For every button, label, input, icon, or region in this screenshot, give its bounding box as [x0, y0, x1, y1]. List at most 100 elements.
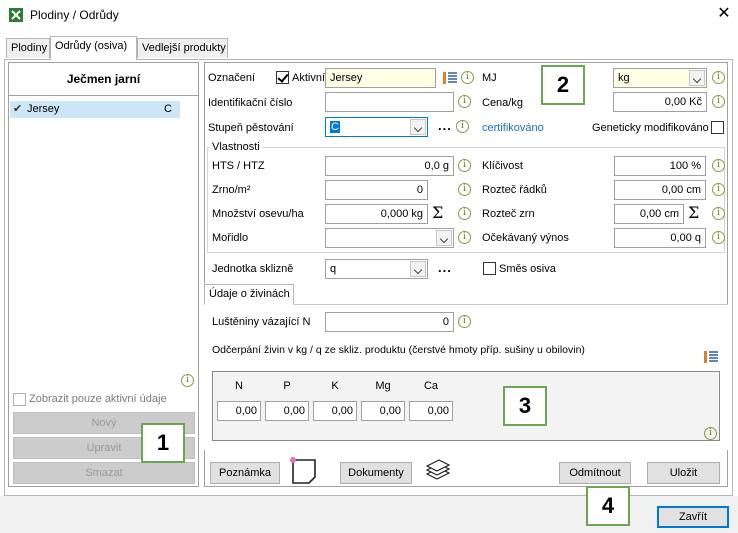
- roztec-zrn-label: Rozteč zrn: [482, 208, 535, 220]
- geneticky-label: Geneticky modifikováno: [592, 122, 709, 134]
- show-active-checkbox[interactable]: [13, 393, 26, 406]
- callout-3: 3: [503, 386, 547, 426]
- odmitnout-button[interactable]: Odmítnout: [559, 462, 631, 484]
- close-icon[interactable]: ✕: [714, 4, 734, 24]
- info-icon[interactable]: i: [712, 95, 725, 108]
- info-icon[interactable]: i: [704, 427, 717, 440]
- tab-odrudy[interactable]: Odrůdy (osiva): [50, 36, 137, 60]
- more-icon[interactable]: ...: [438, 260, 452, 275]
- aktivni-checkbox[interactable]: [276, 71, 289, 84]
- list-icon[interactable]: [442, 70, 458, 86]
- nutrient-p-input[interactable]: 0,00: [265, 401, 309, 421]
- info-icon[interactable]: i: [712, 207, 725, 220]
- sigma-icon[interactable]: Σ: [688, 203, 699, 222]
- list-item-code: C: [164, 103, 172, 115]
- window-title: Plodiny / Odrůdy: [30, 8, 119, 22]
- more-icon[interactable]: ...: [438, 118, 452, 133]
- ulozit-button[interactable]: Uložit: [647, 462, 720, 484]
- hts-input[interactable]: 0,0 g: [325, 156, 454, 176]
- callout-2: 2: [541, 65, 585, 105]
- mnozstvi-label: Množství osevu/ha: [212, 208, 304, 220]
- dokumenty-button[interactable]: Dokumenty: [340, 462, 412, 484]
- oznaceni-label: Označení: [208, 72, 256, 84]
- ident-input[interactable]: [325, 92, 454, 112]
- chevron-down-icon: [436, 230, 452, 246]
- moridlo-select[interactable]: [325, 228, 454, 248]
- show-active-label: Zobrazit pouze aktivní údaje: [29, 393, 167, 405]
- info-icon[interactable]: i: [461, 71, 474, 84]
- lusteniny-label: Luštěniny vázající N: [212, 316, 311, 328]
- nutrient-header-ca: Ca: [423, 380, 439, 392]
- note-icon[interactable]: [289, 455, 319, 485]
- roztec-zrn-input[interactable]: 0,00 cm: [614, 204, 684, 224]
- list-item-label: Jersey: [27, 103, 60, 115]
- nutrient-header-p: P: [283, 380, 291, 392]
- sigma-icon[interactable]: Σ: [432, 203, 443, 222]
- stupen-label: Stupeň pěstování: [208, 122, 294, 134]
- hts-label: HTS / HTZ: [212, 160, 265, 172]
- info-icon[interactable]: i: [458, 159, 471, 172]
- info-icon[interactable]: i: [712, 71, 725, 84]
- cena-label: Cena/kg: [482, 97, 523, 109]
- geneticky-checkbox[interactable]: [711, 121, 724, 134]
- info-icon[interactable]: i: [181, 374, 194, 387]
- odcerpani-label: Odčerpání živin v kg / q ze skliz. produ…: [212, 344, 585, 356]
- nutrient-mg-input[interactable]: 0,00: [361, 401, 405, 421]
- info-icon[interactable]: i: [458, 183, 471, 196]
- zavrit-button[interactable]: Zavřít: [657, 506, 729, 528]
- roztec-radku-label: Rozteč řádků: [482, 184, 547, 196]
- info-icon[interactable]: i: [458, 315, 471, 328]
- info-icon[interactable]: i: [458, 95, 471, 108]
- smes-label: Směs osiva: [499, 263, 556, 275]
- mnozstvi-input[interactable]: 0,000 kg: [325, 204, 428, 224]
- roztec-radku-input[interactable]: 0,00 cm: [614, 180, 706, 200]
- nutrient-n-input[interactable]: 0,00: [217, 401, 261, 421]
- chevron-down-icon: [410, 119, 426, 135]
- vynos-label: Očekávaný výnos: [482, 232, 569, 244]
- list-icon[interactable]: [703, 349, 719, 365]
- zrno-input[interactable]: 0: [325, 180, 428, 200]
- tab-vedlejsi-produkty[interactable]: Vedlejší produkty: [137, 38, 228, 58]
- mj-value: kg: [618, 72, 630, 84]
- info-icon[interactable]: i: [456, 120, 469, 133]
- jednotka-value: q: [330, 263, 337, 275]
- app-icon: [9, 8, 23, 22]
- documents-icon[interactable]: [421, 454, 453, 486]
- nutrient-header-k: K: [331, 380, 339, 392]
- chevron-down-icon: [689, 70, 705, 86]
- nutrient-k-input[interactable]: 0,00: [313, 401, 357, 421]
- stupen-select[interactable]: C: [325, 117, 428, 137]
- info-icon[interactable]: i: [458, 207, 471, 220]
- check-mark-icon: ✔: [13, 103, 23, 115]
- nutrient-ca-input[interactable]: 0,00: [409, 401, 453, 421]
- oznaceni-input[interactable]: Jersey: [325, 68, 436, 88]
- certifikovano-label: certifikováno: [482, 122, 544, 134]
- delete-button[interactable]: Smazat: [13, 462, 195, 484]
- stupen-value: C: [330, 121, 340, 133]
- vynos-input[interactable]: 0,00 q: [614, 228, 706, 248]
- poznamka-button[interactable]: Poznámka: [210, 462, 280, 484]
- info-icon[interactable]: i: [712, 159, 725, 172]
- ident-label: Identifikační číslo: [208, 97, 293, 109]
- callout-4: 4: [586, 486, 630, 526]
- nutrient-header-n: N: [235, 380, 243, 392]
- callout-1: 1: [141, 423, 185, 463]
- list-item[interactable]: ✔ Jersey C: [10, 101, 180, 118]
- mj-select[interactable]: kg: [613, 68, 707, 88]
- jednotka-select[interactable]: q: [325, 259, 428, 279]
- klicivost-input[interactable]: 100 %: [614, 156, 706, 176]
- vlastnosti-label: Vlastnosti: [210, 141, 262, 153]
- klicivost-label: Klíčivost: [482, 160, 523, 172]
- smes-checkbox[interactable]: [483, 262, 496, 275]
- cena-input[interactable]: 0,00 Kč: [613, 92, 707, 112]
- mj-label: MJ: [482, 72, 497, 84]
- tab-nutrients[interactable]: Údaje o živinách: [204, 284, 294, 305]
- info-icon[interactable]: i: [458, 231, 471, 244]
- lusteniny-input[interactable]: 0: [325, 312, 454, 332]
- jednotka-label: Jednotka sklizně: [212, 263, 294, 275]
- info-icon[interactable]: i: [712, 231, 725, 244]
- info-icon[interactable]: i: [712, 183, 725, 196]
- chevron-down-icon: [410, 261, 426, 277]
- aktivni-label: Aktivní: [292, 72, 326, 84]
- tab-plodiny[interactable]: Plodiny: [6, 38, 50, 58]
